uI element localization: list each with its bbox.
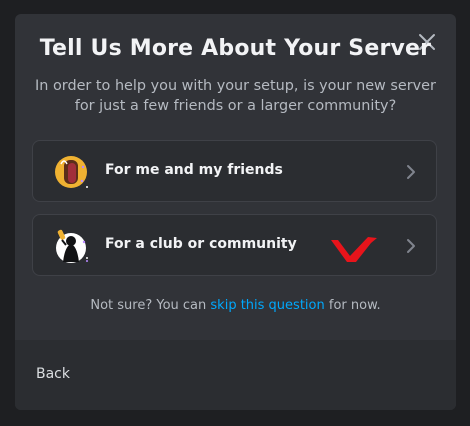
modal-footer: Back [15, 340, 456, 410]
server-purpose-modal: Tell Us More About Your Server In order … [15, 14, 456, 410]
modal-title: Tell Us More About Your Server [39, 36, 432, 61]
skip-question-link[interactable]: skip this question [210, 298, 324, 313]
option-friends-label: For me and my friends [105, 162, 283, 178]
option-community-label: For a club or community [105, 236, 297, 252]
skip-hint-prefix: Not sure? You can [90, 298, 211, 313]
chevron-right-icon [407, 165, 415, 179]
chevron-right-icon [407, 239, 415, 253]
community-illustration-icon [53, 228, 91, 264]
modal-subtitle: In order to help you with your setup, is… [35, 78, 436, 114]
skip-hint-suffix: for now. [324, 298, 381, 313]
skip-hint: Not sure? You can skip this question for… [15, 298, 456, 313]
back-button[interactable]: Back [36, 366, 70, 382]
friends-illustration-icon [53, 154, 91, 190]
option-friends[interactable]: For me and my friends [32, 140, 437, 202]
red-checkmark-annotation [331, 237, 377, 262]
